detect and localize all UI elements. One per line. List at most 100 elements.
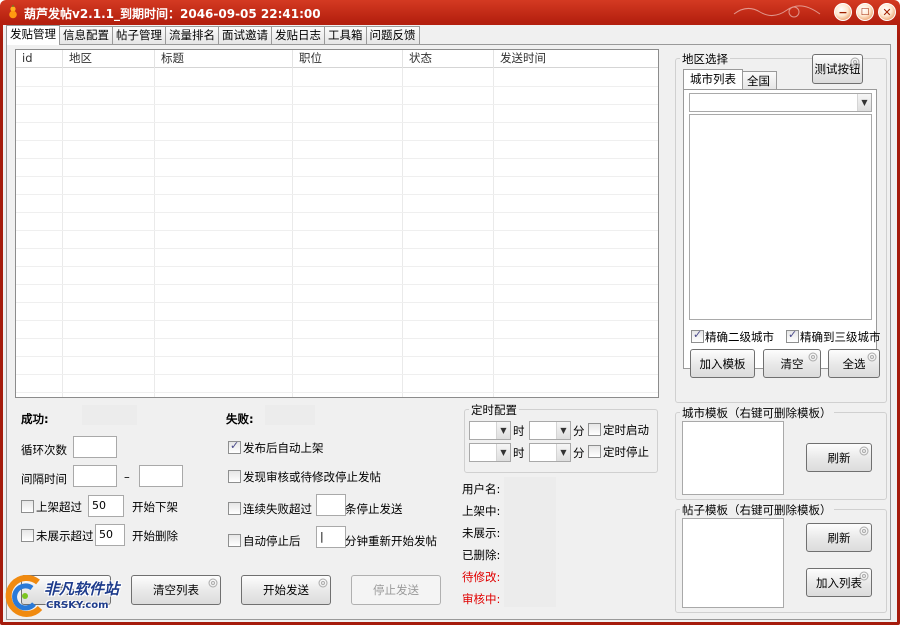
tab-post-management[interactable]: 发贴管理 <box>6 25 60 45</box>
chevron-down-icon: ▼ <box>556 444 570 461</box>
consecutive-fail-input[interactable] <box>316 494 346 516</box>
post-template-refresh-button[interactable]: 刷新 <box>806 523 872 552</box>
failure-heading: 失败: <box>226 412 254 426</box>
level3-checkbox[interactable] <box>786 328 799 343</box>
interval-dash: – <box>124 470 130 484</box>
grid-row-line <box>16 266 658 267</box>
post-table[interactable]: id 地区 标题 职位 状态 发送时间 <box>15 49 659 398</box>
client-area: 发贴管理 信息配置 帖子管理 流量排名 面试邀请 发贴日志 工具箱 问题反馈 i… <box>3 25 897 622</box>
stop-on-review-checkbox[interactable] <box>228 470 241 483</box>
delete-checkbox-label[interactable]: 未展示超过 <box>36 528 94 544</box>
clear-button[interactable]: 清空 <box>763 349 821 378</box>
offline-checkbox-label[interactable]: 上架超过 <box>36 499 82 515</box>
auto-stop-suffix: 分钟重新开始发帖 <box>345 534 437 548</box>
city-template-refresh-button[interactable]: 刷新 <box>806 443 872 472</box>
tab-post-log[interactable]: 发贴日志 <box>271 26 325 45</box>
column-header-status[interactable]: 状态 <box>403 50 494 68</box>
grid-row-line <box>16 392 658 393</box>
main-tabs: 发贴管理 信息配置 帖子管理 流量排名 面试邀请 发贴日志 工具箱 问题反馈 <box>6 25 420 45</box>
offline-checkbox[interactable] <box>21 500 34 513</box>
swirl-decoration-icon <box>808 352 818 362</box>
level3-label[interactable]: 精确到三级城市 <box>800 329 881 345</box>
unshown-label: 未展示: <box>462 526 501 540</box>
stop-send-button[interactable]: 停止发送 <box>351 575 441 605</box>
post-template-list[interactable] <box>682 518 784 608</box>
timed-stop-label[interactable]: 定时停止 <box>603 444 649 460</box>
level2-label[interactable]: 精确二级城市 <box>705 329 774 345</box>
grid-row-line <box>16 374 658 375</box>
interval-to-input[interactable] <box>139 465 183 487</box>
swirl-decoration-icon <box>318 578 328 588</box>
watermark-logo: 非凡软件站 CRSKY.com <box>4 572 144 622</box>
tab-city-list[interactable]: 城市列表 <box>683 69 743 89</box>
column-divider <box>493 68 494 397</box>
watermark-url: CRSKY.com <box>46 600 109 611</box>
column-header-id[interactable]: id <box>16 50 63 68</box>
start-send-button[interactable]: 开始发送 <box>241 575 331 605</box>
schedule-group <box>464 409 658 473</box>
level2-checkbox[interactable] <box>691 328 704 343</box>
clear-list-button[interactable]: 清空列表 <box>131 575 221 605</box>
auto-list-checkbox[interactable] <box>228 439 241 454</box>
chevron-down-icon: ▼ <box>496 422 510 439</box>
title-bar[interactable]: 葫芦发帖v2.1.1_到期时间：2046-09-05 22:41:00 − □ … <box>0 0 900 24</box>
stop-on-review-label[interactable]: 发现审核或待修改停止发帖 <box>243 469 381 485</box>
grid-row-line <box>16 338 658 339</box>
consecutive-fail-label[interactable]: 连续失败超过 <box>243 501 312 517</box>
tab-post-manage[interactable]: 帖子管理 <box>112 26 166 45</box>
start-minute-select[interactable]: ▼ <box>529 421 571 440</box>
auto-stop-input[interactable]: | <box>316 526 346 548</box>
column-header-send-time[interactable]: 发送时间 <box>494 50 658 68</box>
column-header-title[interactable]: 标题 <box>155 50 293 68</box>
start-hour-select[interactable]: ▼ <box>469 421 511 440</box>
auto-stop-label[interactable]: 自动停止后 <box>243 533 301 549</box>
city-template-list[interactable] <box>682 421 784 495</box>
gourd-icon <box>9 5 17 19</box>
stop-hour-select[interactable]: ▼ <box>469 443 511 462</box>
delete-checkbox[interactable] <box>21 529 34 542</box>
auto-stop-checkbox[interactable] <box>228 534 241 547</box>
titlebar-decoration-icon <box>733 5 821 18</box>
region-legend: 地区选择 <box>680 51 730 67</box>
stop-hour-label: 时 <box>513 446 525 460</box>
tab-traffic-rank[interactable]: 流量排名 <box>165 26 219 45</box>
offline-threshold-input[interactable]: 50 <box>88 495 124 517</box>
select-all-button[interactable]: 全选 <box>828 349 880 378</box>
delete-threshold-input[interactable]: 50 <box>95 524 125 546</box>
start-hour-label: 时 <box>513 424 525 438</box>
tab-nationwide[interactable]: 全国 <box>740 71 777 91</box>
minimize-button[interactable]: − <box>834 3 852 21</box>
timed-start-label[interactable]: 定时启动 <box>603 422 649 438</box>
grid-row-line <box>16 158 658 159</box>
grid-row-line <box>16 140 658 141</box>
add-template-button[interactable]: 加入模板 <box>690 349 755 378</box>
start-minute-label: 分 <box>573 424 585 438</box>
window-title: 葫芦发帖v2.1.1_到期时间：2046-09-05 22:41:00 <box>24 7 321 21</box>
column-header-region[interactable]: 地区 <box>63 50 155 68</box>
grid-row-line <box>16 230 658 231</box>
test-button[interactable]: 测试按钮 <box>812 54 863 84</box>
timed-start-checkbox[interactable] <box>588 423 601 436</box>
close-button[interactable]: ✕ <box>878 3 896 21</box>
grid-row-line <box>16 212 658 213</box>
grid-row-line <box>16 284 658 285</box>
timed-stop-checkbox[interactable] <box>588 445 601 458</box>
tab-feedback[interactable]: 问题反馈 <box>365 26 420 45</box>
auto-list-label[interactable]: 发布后自动上架 <box>243 440 324 456</box>
tab-info-config[interactable]: 信息配置 <box>59 26 113 45</box>
city-listbox[interactable] <box>689 114 872 320</box>
city-template-legend: 城市模板（右键可删除模板） <box>680 405 834 421</box>
column-divider <box>154 68 155 397</box>
stop-minute-select[interactable]: ▼ <box>529 443 571 462</box>
maximize-button[interactable]: □ <box>856 3 874 21</box>
loop-count-input[interactable] <box>73 436 117 458</box>
add-to-list-button[interactable]: 加入列表 <box>806 568 872 597</box>
column-header-position[interactable]: 职位 <box>293 50 403 68</box>
grid-row-line <box>16 86 658 87</box>
column-divider <box>292 68 293 397</box>
city-select[interactable]: ▼ <box>689 93 872 112</box>
consecutive-fail-checkbox[interactable] <box>228 502 241 515</box>
interval-from-input[interactable] <box>73 465 117 487</box>
tab-interview-invite[interactable]: 面试邀请 <box>218 26 272 45</box>
tab-toolbox[interactable]: 工具箱 <box>324 26 367 45</box>
